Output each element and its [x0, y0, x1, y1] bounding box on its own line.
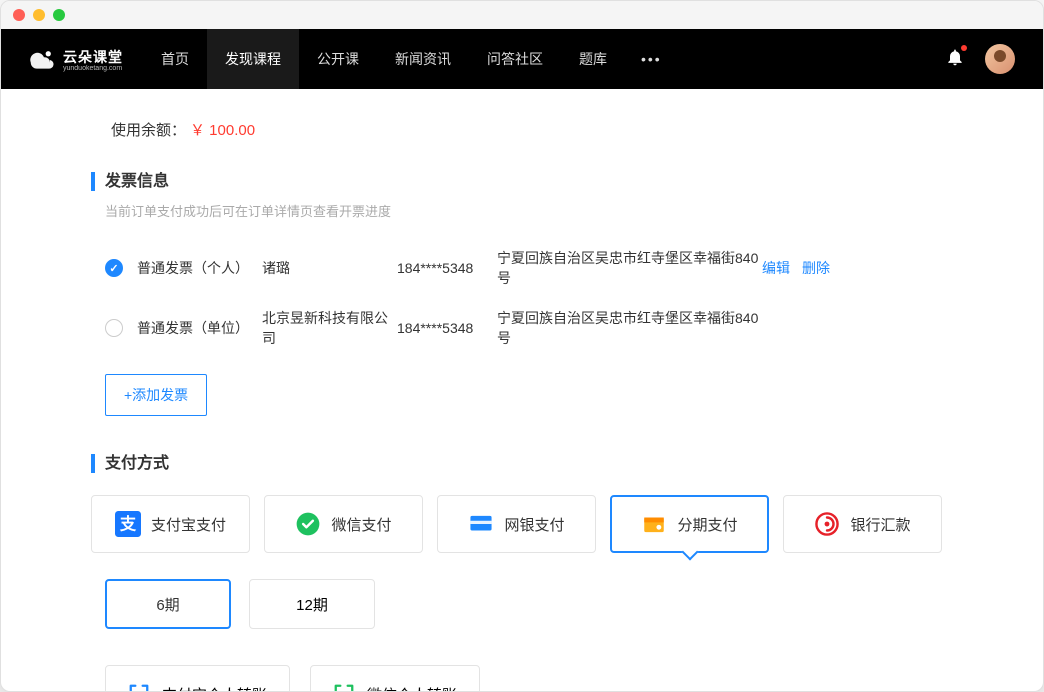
installment-terms: 6期 12期: [91, 579, 953, 629]
transfer-methods: 支付宝个人转账 微信个人转账: [91, 665, 953, 691]
balance-row: 使用余额： ￥ 100.00: [91, 119, 953, 140]
installment-term-0[interactable]: 6期: [105, 579, 231, 629]
app-window: 云朵课堂 yunduoketang.com 首页发现课程公开课新闻资讯问答社区题…: [0, 0, 1044, 692]
add-invoice-button[interactable]: +添加发票: [105, 374, 207, 416]
top-nav: 云朵课堂 yunduoketang.com 首页发现课程公开课新闻资讯问答社区题…: [1, 29, 1043, 89]
payment-method-grid: 支支付宝支付 微信支付 网银支付 分期支付 银行汇款: [91, 495, 953, 553]
payment-title: 支付方式: [91, 454, 953, 473]
balance-amount: ￥ 100.00: [190, 119, 255, 140]
invoice-section: 发票信息 当前订单支付成功后可在订单详情页查看开票进度 普通发票（个人）诸璐18…: [91, 172, 953, 416]
invoice-title: 发票信息: [91, 172, 953, 191]
window-maximize-button[interactable]: [53, 9, 65, 21]
invoice-name: 诸璐: [262, 258, 397, 278]
payment-method-label: 支付宝支付: [151, 514, 226, 535]
payment-method-installment[interactable]: 分期支付: [610, 495, 769, 553]
invoice-address: 宁夏回族自治区吴忠市红寺堡区幸福街840号: [497, 308, 762, 348]
installment-icon: [641, 511, 667, 537]
notification-bell[interactable]: [945, 47, 965, 72]
invoice-row-1: 普通发票（单位）北京昱新科技有限公司184****5348宁夏回族自治区吴忠市红…: [91, 298, 953, 358]
payment-method-label: 网银支付: [504, 514, 564, 535]
invoice-address: 宁夏回族自治区吴忠市红寺堡区幸福街840号: [497, 248, 762, 288]
invoice-phone: 184****5348: [397, 320, 497, 336]
nav-item-1[interactable]: 发现课程: [207, 29, 299, 89]
nav-item-2[interactable]: 公开课: [299, 29, 377, 89]
invoice-actions: 编辑删除: [762, 258, 830, 278]
transfer-method-label: 支付宝个人转账: [162, 684, 267, 691]
balance-label: 使用余额：: [111, 119, 186, 140]
notification-dot: [961, 45, 967, 51]
nav-item-0[interactable]: 首页: [143, 29, 207, 89]
scan-icon: [333, 683, 355, 691]
edit-link[interactable]: 编辑: [762, 258, 790, 278]
window-minimize-button[interactable]: [33, 9, 45, 21]
netbank-icon: [468, 511, 494, 537]
wechat-icon: [295, 511, 321, 537]
invoice-type: 普通发票（单位）: [137, 318, 262, 338]
banktransfer-icon: [814, 511, 840, 537]
nav-item-4[interactable]: 问答社区: [469, 29, 561, 89]
transfer-method-alipay-personal[interactable]: 支付宝个人转账: [105, 665, 290, 691]
payment-method-label: 微信支付: [331, 514, 391, 535]
svg-text:支: 支: [119, 515, 137, 534]
payment-method-label: 银行汇款: [850, 514, 910, 535]
invoice-row-0: 普通发票（个人）诸璐184****5348宁夏回族自治区吴忠市红寺堡区幸福街84…: [91, 238, 953, 298]
brand-sub: yunduoketang.com: [63, 65, 123, 72]
invoice-name: 北京昱新科技有限公司: [262, 308, 397, 348]
invoice-phone: 184****5348: [397, 260, 497, 276]
payment-method-wechat[interactable]: 微信支付: [264, 495, 423, 553]
page-content: 使用余额： ￥ 100.00 发票信息 当前订单支付成功后可在订单详情页查看开票…: [1, 89, 1043, 691]
brand-logo[interactable]: 云朵课堂 yunduoketang.com: [29, 45, 123, 73]
payment-section: 支付方式 支支付宝支付 微信支付 网银支付 分期支付 银行汇款 6期 12期 支付宝个人转…: [91, 454, 953, 691]
payment-method-alipay[interactable]: 支支付宝支付: [91, 495, 250, 553]
invoice-rows: 普通发票（个人）诸璐184****5348宁夏回族自治区吴忠市红寺堡区幸福街84…: [91, 238, 953, 358]
payment-method-netbank[interactable]: 网银支付: [437, 495, 596, 553]
nav-items: 首页发现课程公开课新闻资讯问答社区题库: [143, 29, 625, 89]
brand-name: 云朵课堂: [63, 47, 123, 67]
nav-item-3[interactable]: 新闻资讯: [377, 29, 469, 89]
payment-method-label: 分期支付: [677, 514, 737, 535]
nav-more-button[interactable]: •••: [625, 51, 678, 67]
alipay-icon: 支: [115, 511, 141, 537]
invoice-type: 普通发票（个人）: [137, 258, 262, 278]
cloud-logo-icon: [29, 45, 57, 73]
invoice-radio[interactable]: [105, 319, 123, 337]
window-close-button[interactable]: [13, 9, 25, 21]
transfer-method-wechat-personal[interactable]: 微信个人转账: [310, 665, 480, 691]
window-titlebar: [1, 1, 1043, 29]
payment-method-banktransfer[interactable]: 银行汇款: [783, 495, 942, 553]
transfer-method-label: 微信个人转账: [367, 684, 457, 691]
nav-item-5[interactable]: 题库: [561, 29, 625, 89]
installment-term-1[interactable]: 12期: [249, 579, 375, 629]
delete-link[interactable]: 删除: [802, 258, 830, 278]
invoice-subtitle: 当前订单支付成功后可在订单详情页查看开票进度: [91, 201, 953, 220]
user-avatar[interactable]: [985, 44, 1015, 74]
invoice-radio[interactable]: [105, 259, 123, 277]
scan-icon: [128, 683, 150, 691]
